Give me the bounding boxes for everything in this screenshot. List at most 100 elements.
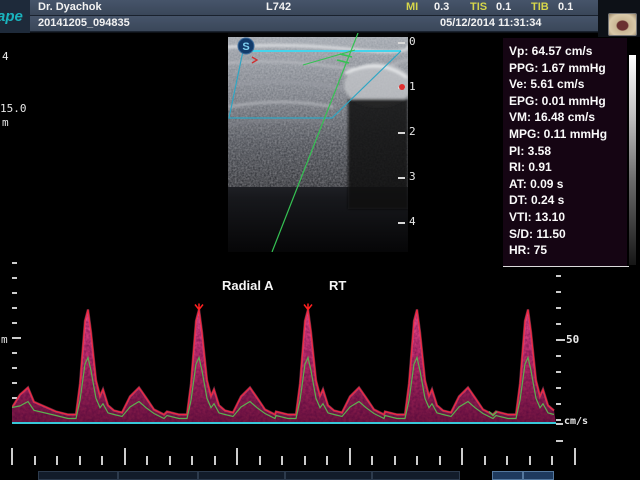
- header-row-2: 20141205_094835 05/12/2014 11:31:34: [30, 16, 598, 32]
- measurement-panel: Vp: 64.57 cm/sPPG: 1.67 mmHgVe: 5.61 cm/…: [503, 38, 627, 266]
- time-tick: [304, 456, 306, 465]
- header-row-1: Dr. Dyachok L742 MI 0.3 TIS 0.1 TIB 0.1: [30, 0, 598, 16]
- header-rows: Dr. Dyachok L742 MI 0.3 TIS 0.1 TIB 0.1 …: [30, 0, 598, 33]
- depth-label: 2: [409, 125, 416, 138]
- scale-tick: [556, 371, 561, 373]
- measurement-row: DT: 0.24 s: [509, 192, 627, 209]
- soft-menu-cell[interactable]: [198, 471, 285, 480]
- soft-menu-cell-active[interactable]: [523, 471, 554, 480]
- header-right: [598, 0, 640, 37]
- header-bar: ape Dr. Dyachok L742 MI 0.3 TIS 0.1 TIB …: [0, 0, 640, 33]
- depth-tick: [398, 132, 405, 134]
- soft-menu-cell[interactable]: [38, 471, 118, 480]
- time-tick: [191, 456, 193, 465]
- spectral-baseline[interactable]: [12, 422, 556, 424]
- depth-value: 15.0: [0, 102, 27, 115]
- mi-label: MI: [406, 0, 418, 15]
- time-tick: [169, 456, 171, 465]
- time-tick: [394, 456, 396, 465]
- mi-value: 0.3: [434, 0, 449, 15]
- bmode-render: S: [228, 33, 408, 252]
- depth-label: 4: [409, 215, 416, 228]
- depth-tick: [398, 42, 405, 44]
- measurement-row: PPG: 1.67 mmHg: [509, 60, 627, 77]
- time-tick: [236, 448, 238, 465]
- datetime: 05/12/2014 11:31:34: [440, 16, 542, 31]
- time-tick: [79, 456, 81, 465]
- patient-name: Dr. Dyachok: [38, 0, 102, 15]
- time-tick: [124, 448, 126, 465]
- side-label: RT: [329, 278, 346, 293]
- spectral-scale-unit: m: [1, 333, 8, 346]
- scale-tick: [556, 440, 563, 442]
- scale-tick: [556, 307, 561, 309]
- tis-value: 0.1: [496, 0, 511, 15]
- scale-tick: [556, 275, 561, 277]
- scale-tick: [556, 387, 561, 389]
- depth-unit: m: [2, 116, 9, 129]
- soft-menu-cell[interactable]: [118, 471, 198, 480]
- peak-caliper-marker[interactable]: [304, 304, 312, 310]
- time-tick: [11, 448, 13, 465]
- soft-menu-cell-active[interactable]: [492, 471, 523, 480]
- depth-label: 3: [409, 170, 416, 183]
- brand-logo-text: ape: [0, 8, 23, 25]
- time-tick: [574, 448, 576, 465]
- tib-value: 0.1: [558, 0, 573, 15]
- time-tick: [484, 456, 486, 465]
- time-tick: [461, 448, 463, 465]
- grayscale-bar: [629, 55, 636, 265]
- time-tick: [371, 456, 373, 465]
- time-tick: [529, 456, 531, 465]
- scale-tick: [12, 277, 17, 279]
- ultrasound-screen: ape Dr. Dyachok L742 MI 0.3 TIS 0.1 TIB …: [0, 0, 640, 480]
- soft-menu-cell[interactable]: [372, 471, 460, 480]
- scale-tick: [556, 339, 565, 341]
- brand-logo: ape: [0, 0, 30, 33]
- exam-id: 20141205_094835: [38, 16, 130, 31]
- time-tick: [506, 456, 508, 465]
- scale-tick: [556, 419, 561, 421]
- tis-label: TIS: [470, 0, 487, 15]
- measurement-row: HR: 75: [509, 242, 627, 259]
- time-tick: [56, 456, 58, 465]
- time-tick: [416, 456, 418, 465]
- scale-tick: [556, 323, 561, 325]
- time-tick: [439, 456, 441, 465]
- measurement-row: EPG: 0.01 mmHg: [509, 93, 627, 110]
- soft-menu-cell[interactable]: [285, 471, 372, 480]
- velocity-unit-label: cm/s: [564, 416, 588, 427]
- scale-tick: [556, 403, 561, 405]
- time-tick: [551, 456, 553, 465]
- frequency-value: 4: [2, 50, 9, 63]
- measurement-row: Vp: 64.57 cm/s: [509, 43, 627, 60]
- depth-tick: [398, 222, 405, 224]
- measurement-row: MPG: 0.11 mmHg: [509, 126, 627, 143]
- bmode-image: S: [228, 33, 408, 252]
- probe-model: L742: [266, 0, 291, 15]
- measurement-row: RI: 0.91: [509, 159, 627, 176]
- body-marker-icon[interactable]: [608, 13, 637, 36]
- scale-tick: [556, 291, 561, 293]
- measurement-row: Ve: 5.61 cm/s: [509, 76, 627, 93]
- depth-label: 1: [409, 80, 416, 93]
- measurement-row: VTI: 13.10: [509, 209, 627, 226]
- spectral-waveform: [12, 296, 556, 424]
- time-tick: [34, 456, 36, 465]
- velocity-scale-value: 50: [566, 333, 579, 346]
- scale-tick: [12, 292, 17, 294]
- time-tick: [349, 448, 351, 465]
- tib-label: TIB: [531, 0, 549, 15]
- focus-marker[interactable]: [399, 84, 405, 90]
- measurement-row: S/D: 11.50: [509, 226, 627, 243]
- measurement-row: VM: 16.48 cm/s: [509, 109, 627, 126]
- time-tick: [214, 456, 216, 465]
- measurement-panel-underline: [503, 266, 629, 267]
- depth-scale: 0 1 2 3 4: [396, 33, 430, 252]
- peak-caliper-marker[interactable]: [195, 304, 203, 310]
- vessel-label: Radial A: [222, 278, 274, 293]
- measurement-row: PI: 3.58: [509, 143, 627, 160]
- depth-label: 0: [409, 35, 416, 48]
- measurement-row: AT: 0.09 s: [509, 176, 627, 193]
- time-tick: [146, 456, 148, 465]
